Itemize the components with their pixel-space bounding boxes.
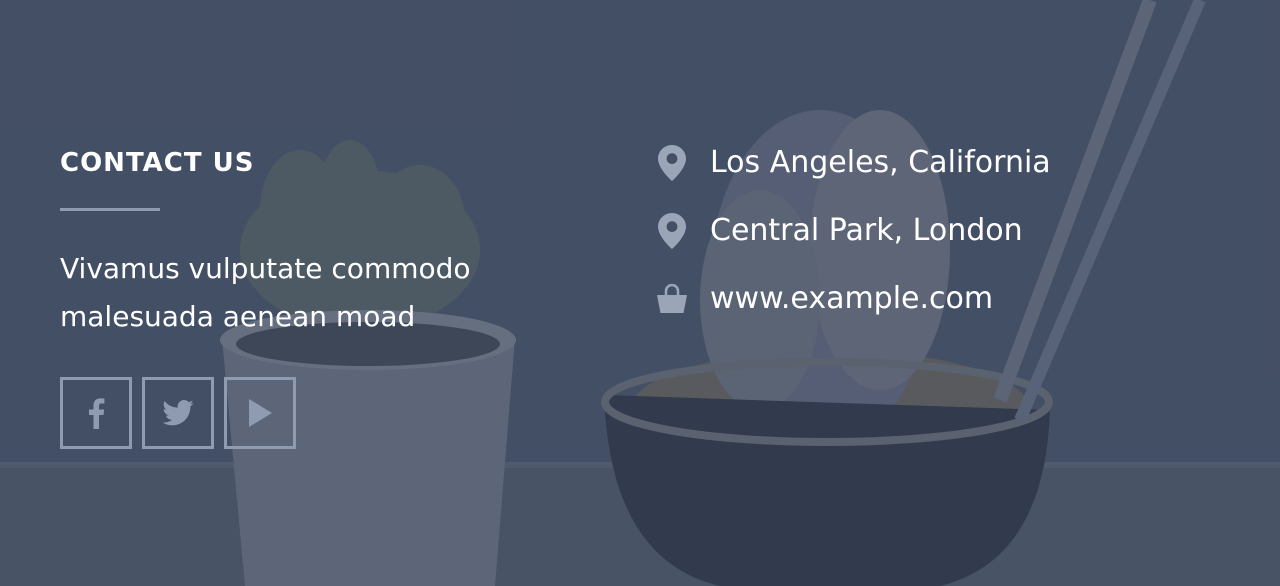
facebook-icon	[86, 397, 106, 429]
contact-content: CONTACT US Vivamus vulputate commodo mal…	[0, 0, 1280, 586]
shopping-bag-icon	[654, 279, 690, 319]
facebook-button[interactable]	[60, 377, 132, 449]
address-item-london: Central Park, London	[654, 210, 1214, 252]
contact-intro: CONTACT US Vivamus vulputate commodo mal…	[60, 144, 560, 449]
twitter-icon	[162, 400, 194, 426]
twitter-button[interactable]	[142, 377, 214, 449]
map-pin-icon	[654, 211, 690, 251]
tagline-text: Vivamus vulputate commodo malesuada aene…	[60, 252, 471, 333]
title-divider	[60, 208, 160, 211]
map-pin-icon	[654, 143, 690, 183]
social-links	[60, 377, 560, 449]
contact-hero-section: CONTACT US Vivamus vulputate commodo mal…	[0, 0, 1280, 586]
address-item-los-angeles: Los Angeles, California	[654, 142, 1214, 184]
play-icon	[247, 398, 273, 428]
section-title: CONTACT US	[60, 148, 255, 178]
address-text-london: Central Park, London	[710, 213, 1023, 248]
website-link[interactable]: www.example.com	[710, 279, 993, 319]
address-text-los-angeles: Los Angeles, California	[710, 145, 1051, 180]
website-item: www.example.com	[654, 278, 1214, 320]
youtube-button[interactable]	[224, 377, 296, 449]
contact-details: Los Angeles, California Central Park, Lo…	[654, 142, 1214, 346]
